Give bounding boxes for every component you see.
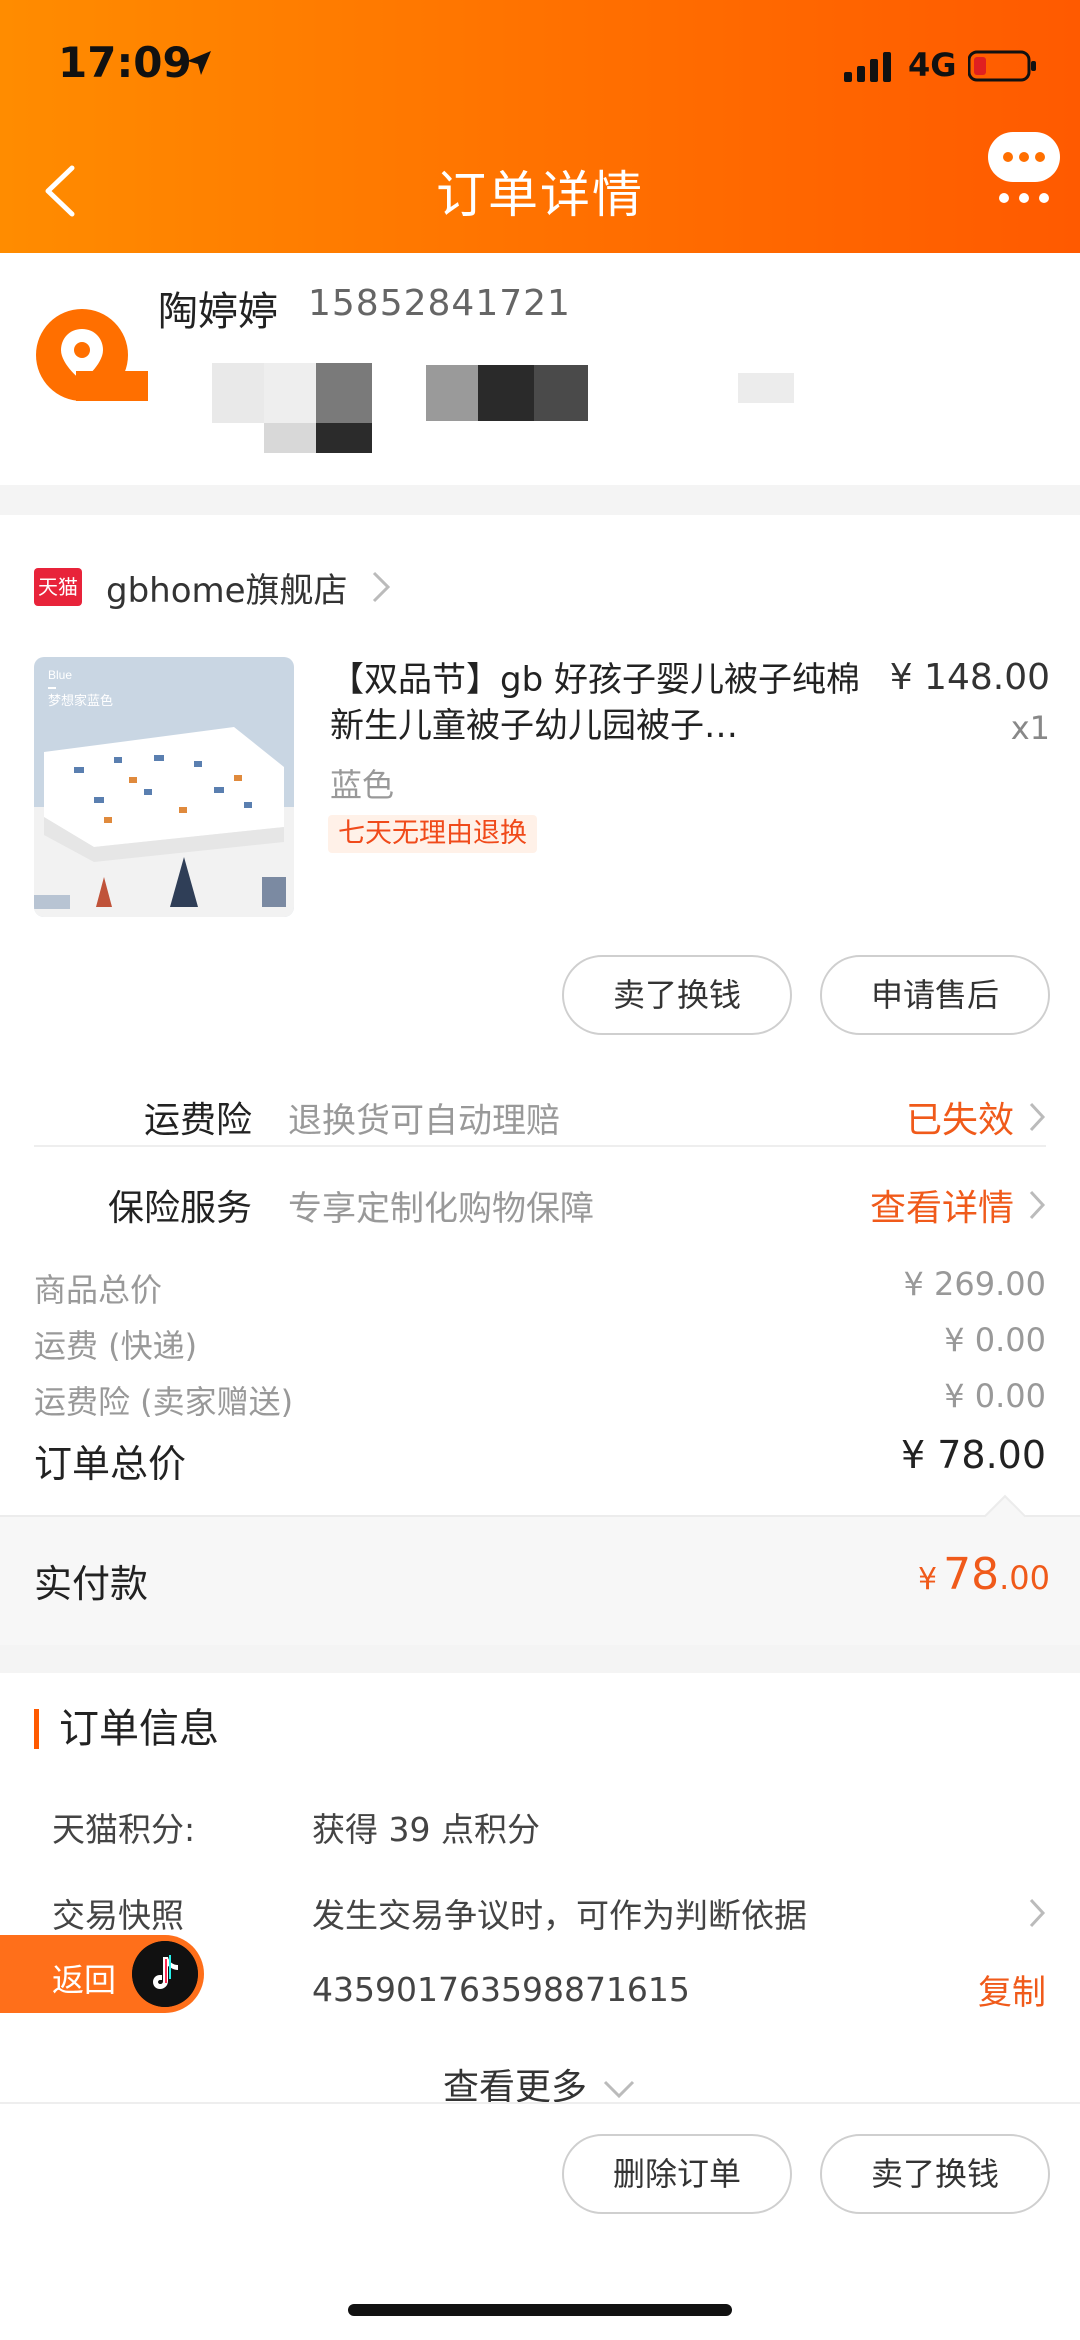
service-label: 保险服务 (107, 1188, 252, 1229)
points-row: 天猫积分: 获得 39 点积分 (52, 1803, 1046, 1851)
order-total-value: ¥ 78.00 (900, 1433, 1046, 1477)
service-desc: 专享定制化购物保障 (288, 1188, 594, 1229)
address-section[interactable]: 陶婷婷 15852841721 (0, 253, 1080, 485)
order-total-label: 订单总价 (34, 1442, 187, 1486)
product-image-label: 梦想家蓝色 (48, 693, 113, 709)
shop-name: gbhome旗舰店 (106, 570, 348, 611)
fee-value: ¥ 269.00 (903, 1265, 1047, 1303)
return-float-button[interactable]: 返回 (0, 1935, 204, 2013)
product-title[interactable]: 【双品节】gb 好孩子婴儿被子纯棉新生儿童被子幼儿园被子… (330, 657, 870, 749)
order-number: 435901763598871615 (312, 1970, 690, 2009)
chevron-right-icon (1029, 1102, 1046, 1132)
copy-button[interactable]: 复制 (978, 1965, 1046, 2014)
product-image-label-small: Blue (48, 668, 72, 682)
chevron-right-icon (1029, 1898, 1046, 1928)
chat-icon[interactable] (984, 126, 1064, 206)
fee-row: 商品总价 ¥ 269.00 (34, 1265, 1046, 1311)
product-quantity: x1 (1010, 709, 1050, 747)
network-label: 4G (908, 46, 957, 84)
after-sale-button[interactable]: 申请售后 (820, 955, 1050, 1035)
fee-row: 运费 (快递) ¥ 0.00 (34, 1321, 1046, 1367)
paid-amount: ¥78.00 (918, 1549, 1050, 1600)
paid-decimal: .00 (999, 1559, 1050, 1597)
product-image[interactable]: Blue 梦想家蓝色 (34, 657, 294, 917)
paid-label: 实付款 (34, 1562, 149, 1606)
paid-currency: ¥ (918, 1562, 938, 1597)
product-image-graphic: Blue 梦想家蓝色 (34, 657, 294, 917)
receiver-phone: 15852841721 (308, 283, 571, 324)
sell-button[interactable]: 卖了换钱 (820, 2134, 1050, 2214)
snapshot-value: 发生交易争议时，可作为判断依据 (312, 1896, 807, 1935)
chevron-right-icon (1029, 1190, 1046, 1220)
shop-row[interactable]: 天猫 gbhome旗舰店 (34, 557, 392, 617)
page-title: 订单详情 (436, 166, 644, 224)
tmall-icon: 天猫 (34, 568, 82, 606)
location-arrow-icon (187, 51, 211, 75)
points-value: 获得 39 点积分 (312, 1810, 540, 1849)
points-key: 天猫积分: (52, 1810, 196, 1849)
product-price: ¥ 148.00 (889, 657, 1050, 698)
fee-label: 运费 (快递) (34, 1327, 198, 1365)
delete-order-button[interactable]: 删除订单 (562, 2134, 792, 2214)
paid-box-notch (983, 1494, 1027, 1538)
return-label: 返回 (52, 1961, 117, 1999)
order-info-title: 订单信息 (34, 1709, 219, 1749)
order-card: 天猫 gbhome旗舰店 Blue 梦想家蓝色 【双品节】gb 好孩子婴儿被子纯… (0, 515, 1080, 1645)
snapshot-key: 交易快照 (52, 1896, 184, 1935)
insurance-service-row[interactable]: 保险服务 专享定制化购物保障 查看详情 (34, 1163, 1046, 1247)
paid-amount-box: 实付款 ¥78.00 (0, 1494, 1080, 1645)
chevron-right-icon (372, 571, 390, 603)
service-status: 已失效 (905, 1100, 1014, 1141)
divider (34, 1145, 1046, 1147)
status-time: 17:09 (58, 38, 192, 87)
address-redacted (160, 343, 920, 473)
snapshot-row[interactable]: 交易快照 发生交易争议时，可作为判断依据 (52, 1889, 1046, 1937)
product-spec: 蓝色 (330, 766, 395, 804)
return-policy-tag: 七天无理由退换 (328, 815, 537, 853)
service-status: 查看详情 (869, 1188, 1014, 1229)
status-bar: 17:09 4G (0, 0, 1080, 130)
section-gap (0, 485, 1080, 515)
fee-label: 运费险 (卖家赠送) (34, 1383, 294, 1421)
bottom-action-bar: 删除订单 卖了换钱 (0, 2102, 1080, 2340)
fee-row: 运费险 (卖家赠送) ¥ 0.00 (34, 1377, 1046, 1423)
chevron-down-icon (603, 2080, 635, 2099)
order-info-section: 订单信息 天猫积分: 获得 39 点积分 交易快照 发生交易争议时，可作为判断依… (0, 1673, 1080, 2103)
fee-value: ¥ 0.00 (944, 1321, 1046, 1359)
paid-integer: 78 (943, 1549, 1000, 1600)
fee-label: 商品总价 (34, 1271, 163, 1309)
service-desc: 退换货可自动理赔 (288, 1100, 560, 1141)
home-indicator[interactable] (348, 2304, 732, 2316)
app-header: 17:09 4G 订单详情 (0, 0, 1080, 253)
order-total-row: 订单总价 ¥ 78.00 (34, 1433, 1046, 1488)
signal-icon (844, 52, 891, 82)
sell-button[interactable]: 卖了换钱 (562, 955, 792, 1035)
location-pin-icon (36, 309, 148, 401)
fee-value: ¥ 0.00 (944, 1377, 1046, 1415)
service-label: 运费险 (143, 1100, 252, 1141)
battery-icon (968, 50, 1036, 82)
section-gap (0, 1645, 1080, 1673)
tiktok-icon (132, 1941, 198, 2007)
receiver-name: 陶婷婷 (158, 289, 278, 335)
